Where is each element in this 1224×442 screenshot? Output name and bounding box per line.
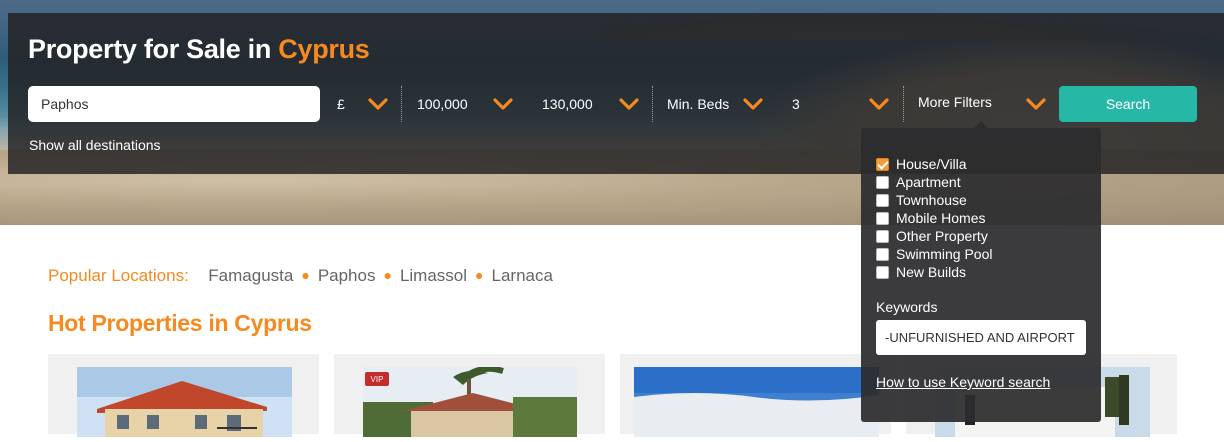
- filter-option-other-property[interactable]: Other Property: [876, 227, 988, 245]
- checkbox-icon[interactable]: [876, 248, 889, 261]
- location-link-paphos[interactable]: Paphos: [318, 266, 376, 285]
- filter-divider: [401, 86, 402, 122]
- checkbox-icon[interactable]: [876, 194, 889, 207]
- hot-properties-heading: Hot Properties in Cyprus: [48, 310, 312, 336]
- filter-option-townhouse[interactable]: Townhouse: [876, 191, 967, 209]
- chevron-down-icon[interactable]: [493, 96, 513, 112]
- location-link-famagusta[interactable]: Famagusta: [208, 266, 293, 285]
- separator-dot-icon: ●: [475, 267, 484, 283]
- min-price-value: 100,000: [417, 96, 468, 112]
- filter-divider: [652, 86, 653, 122]
- keywords-label: Keywords: [876, 299, 938, 315]
- checkbox-icon[interactable]: [876, 230, 889, 243]
- filter-option-new-builds[interactable]: New Builds: [876, 263, 966, 281]
- property-image[interactable]: [634, 367, 879, 437]
- beds-select[interactable]: 3: [792, 86, 800, 122]
- chevron-down-icon[interactable]: [869, 96, 889, 112]
- vip-badge: VIP: [371, 375, 384, 384]
- chevron-down-icon[interactable]: [1026, 96, 1046, 112]
- page-title: Property for Sale in Cyprus: [28, 34, 370, 64]
- popular-locations: Popular Locations: Famagusta ● Paphos ● Lima…: [48, 266, 553, 286]
- currency-select[interactable]: £: [337, 86, 345, 122]
- show-all-destinations-link[interactable]: Show all destinations: [29, 137, 161, 153]
- filter-option-house-villa[interactable]: House/Villa: [876, 155, 967, 173]
- keywords-input[interactable]: [876, 320, 1086, 355]
- search-button[interactable]: Search: [1059, 86, 1197, 122]
- more-filters-label: More Filters: [918, 94, 992, 110]
- popular-locations-label: Popular Locations:: [48, 266, 189, 285]
- separator-dot-icon: ●: [301, 267, 310, 283]
- separator-dot-icon: ●: [383, 267, 392, 283]
- filter-option-swimming-pool[interactable]: Swimming Pool: [876, 245, 992, 263]
- min-beds-label: Min. Beds: [667, 96, 730, 112]
- checkbox-icon[interactable]: [876, 212, 889, 225]
- filter-divider: [903, 86, 904, 122]
- checkbox-checked-icon[interactable]: [876, 158, 889, 171]
- min-price-select[interactable]: 100,000: [417, 86, 468, 122]
- chevron-down-icon[interactable]: [368, 96, 388, 112]
- location-link-larnaca[interactable]: Larnaca: [492, 266, 553, 285]
- chevron-down-icon[interactable]: [619, 96, 639, 112]
- property-card[interactable]: [620, 354, 891, 437]
- property-image[interactable]: [77, 367, 292, 437]
- currency-value: £: [337, 96, 345, 112]
- location-search-input[interactable]: [28, 86, 320, 122]
- filter-option-apartment[interactable]: Apartment: [876, 173, 961, 191]
- min-beds-label-select[interactable]: Min. Beds: [667, 86, 729, 122]
- location-link-limassol[interactable]: Limassol: [400, 266, 467, 285]
- beds-value: 3: [792, 96, 800, 112]
- chevron-down-icon[interactable]: [743, 96, 763, 112]
- filter-option-mobile-homes[interactable]: Mobile Homes: [876, 209, 985, 227]
- checkbox-icon[interactable]: [876, 176, 889, 189]
- keyword-help-link[interactable]: How to use Keyword search: [876, 374, 1050, 390]
- max-price-select[interactable]: 130,000: [542, 86, 593, 122]
- more-filters-toggle[interactable]: More Filters: [918, 84, 992, 120]
- property-image[interactable]: VIP: [363, 365, 577, 437]
- more-filters-dropdown: House/Villa Apartment Townhouse Mobile H…: [861, 121, 1101, 422]
- max-price-value: 130,000: [542, 96, 593, 112]
- dropdown-caret: [974, 121, 988, 128]
- property-card[interactable]: VIP: [334, 354, 605, 437]
- property-card[interactable]: [48, 354, 319, 437]
- checkbox-icon[interactable]: [876, 266, 889, 279]
